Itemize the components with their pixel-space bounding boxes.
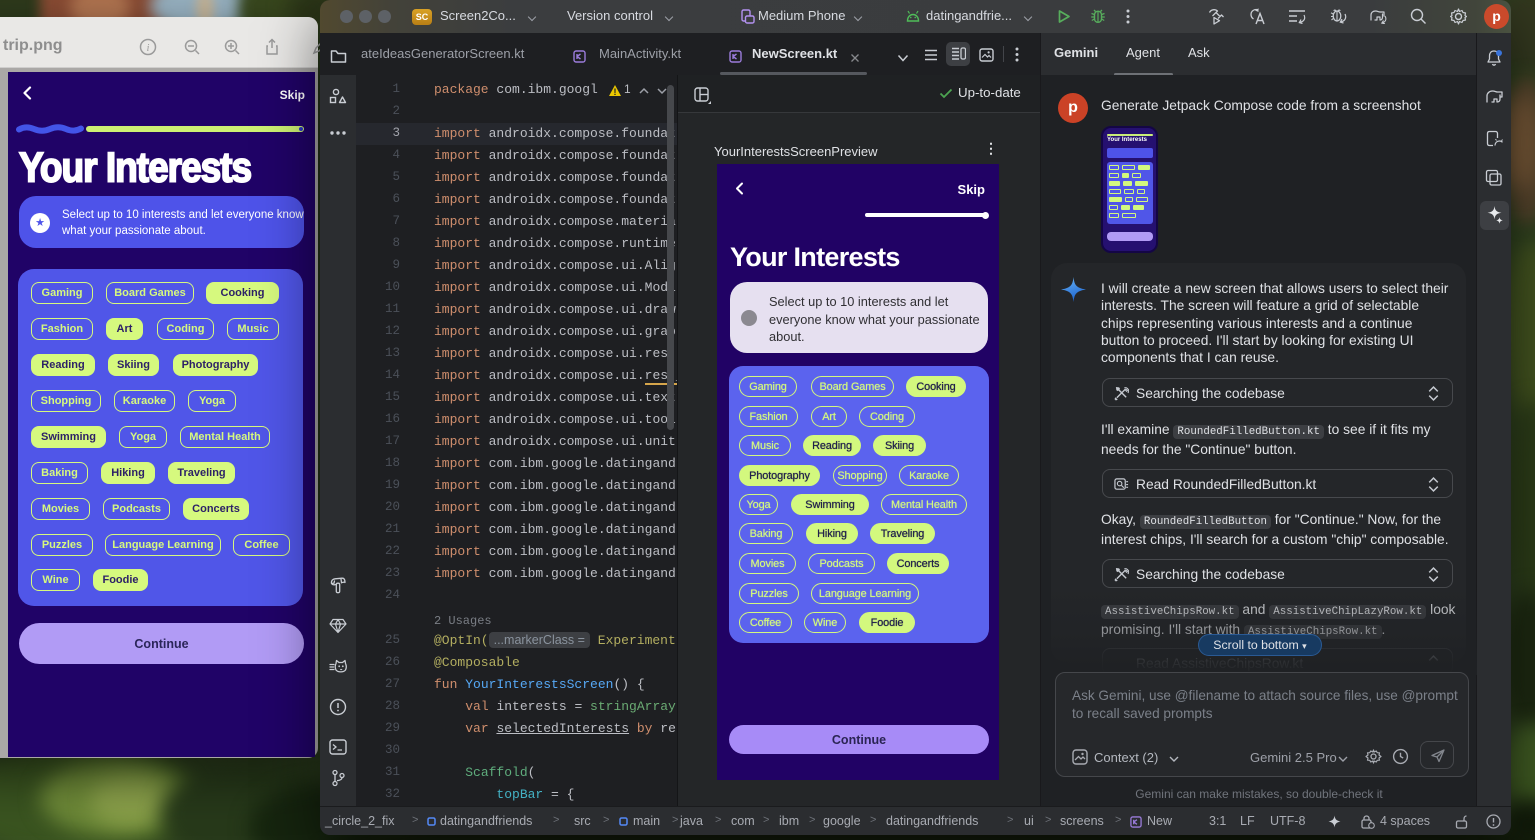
svg-text:!: ! xyxy=(614,87,617,97)
svg-text:i: i xyxy=(147,43,150,54)
